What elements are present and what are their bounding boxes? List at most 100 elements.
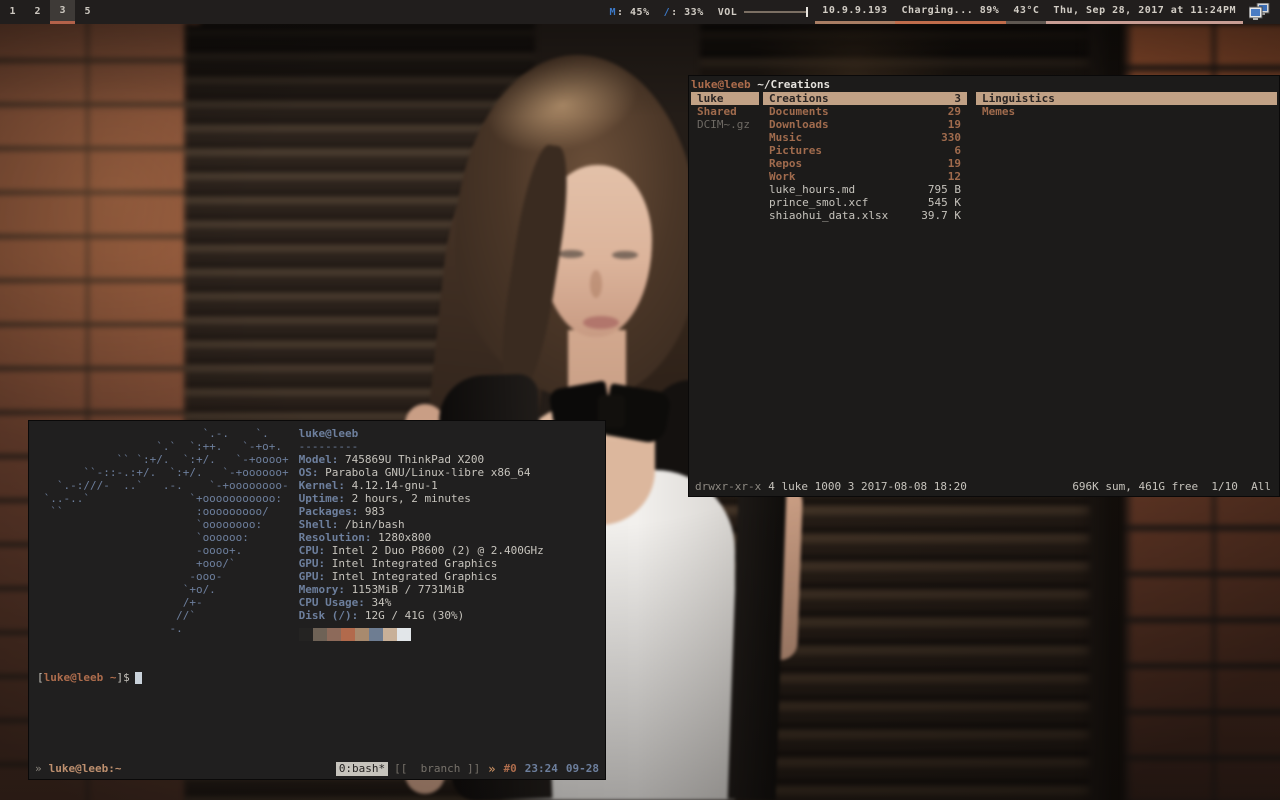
ranger-title: luke@leeb ~/Creations — [689, 76, 1279, 91]
tmux-arrows-icon: » — [488, 762, 495, 776]
terminal-window[interactable]: `.-. `. `.` `:++. `-+o+. `` `:+/. `:+/. … — [28, 420, 606, 780]
tmux-left: »luke@leeb:~ — [35, 762, 121, 776]
file-name: Repos — [769, 157, 802, 170]
file-size-or-count: 6 — [954, 144, 961, 157]
system-tray — [1243, 0, 1276, 24]
file-name: Pictures — [769, 144, 822, 157]
ranger-preview-column: LinguisticsMemes — [976, 92, 1277, 118]
neofetch-output: `.-. `. `.` `:++. `-+o+. `` `:+/. `:+/. … — [29, 421, 605, 641]
file-owner-date: 4 luke 1000 3 2017-08-08 18:20 — [768, 480, 967, 493]
palette-swatch — [327, 628, 341, 641]
workspace-list: 1235 — [0, 0, 100, 24]
prompt-bracket-open: [ — [37, 671, 44, 684]
ranger-status-left: drwxr-xr-x 4 luke 1000 3 2017-08-08 18:20 — [695, 480, 967, 493]
file-size-or-count: 19 — [948, 118, 961, 131]
file-name: luke_hours.md — [769, 183, 855, 196]
ranger-columns: lukeSharedDCIM~.gz Creations3Documents29… — [689, 92, 1279, 222]
network-computers-icon[interactable] — [1249, 3, 1270, 21]
preview-dir-item[interactable]: Memes — [976, 105, 1277, 118]
temperature-status: 43°C — [1006, 0, 1046, 24]
battery-status: Charging... 89% — [895, 0, 1007, 24]
file-name: prince_smol.xcf — [769, 196, 868, 209]
fetch-field: GPU: Intel Integrated Graphics — [299, 557, 544, 570]
palette-swatch — [369, 628, 383, 641]
tmux-pane-indicator: #0 — [504, 762, 517, 776]
disk-status: /: 33% — [657, 0, 711, 24]
palette-swatch — [341, 628, 355, 641]
file-size-or-count: 795 B — [928, 183, 961, 196]
temperature-value: 43°C — [1013, 5, 1039, 16]
workspace-tag-1[interactable]: 1 — [0, 0, 25, 24]
memory-status: M: 45% — [602, 0, 656, 24]
fetch-field: OS: Parabola GNU/Linux-libre x86_64 — [299, 466, 544, 479]
tmux-window-bash[interactable]: 0:bash* — [336, 762, 388, 776]
file-row[interactable]: shiaohui_data.xlsx 39.7 K — [763, 209, 967, 222]
tmux-git-branch: [[ branch ]] — [394, 762, 480, 776]
tmux-date: 09-28 — [566, 762, 599, 776]
memory-value: : 45% — [617, 7, 650, 18]
palette-swatch — [383, 628, 397, 641]
file-row[interactable]: Music 330 — [763, 131, 967, 144]
file-size-or-count: 12 — [948, 170, 961, 183]
ranger-title-user: luke@leeb — [691, 78, 751, 91]
file-row[interactable]: Downloads 19 — [763, 118, 967, 131]
file-row[interactable]: Pictures 6 — [763, 144, 967, 157]
file-row[interactable]: prince_smol.xcf545 K — [763, 196, 967, 209]
volume-slider-track — [744, 11, 806, 13]
parent-dir-item[interactable]: luke — [691, 92, 759, 105]
fetch-field: CPU Usage: 34% — [299, 596, 544, 609]
ip-address-status: 10.9.9.193 — [815, 0, 894, 24]
file-row[interactable]: Documents29 — [763, 105, 967, 118]
datetime-value: Thu, Sep 28, 2017 at 11:24PM — [1053, 5, 1236, 16]
palette-swatch — [355, 628, 369, 641]
shell-prompt[interactable]: [luke@leeb ~]$ — [37, 671, 605, 684]
workspace-tag-5[interactable]: 5 — [75, 0, 100, 24]
datetime-status: Thu, Sep 28, 2017 at 11:24PM — [1046, 0, 1243, 24]
status-modules: M: 45% /: 33% VOL 10.9.9.193 Charging...… — [602, 0, 1276, 24]
prompt-user-host: luke@leeb — [44, 671, 104, 684]
parent-dir-item[interactable]: DCIM~.gz — [691, 118, 759, 131]
file-name: Work — [769, 170, 796, 183]
ranger-title-path: ~/Creations — [751, 78, 830, 91]
file-row[interactable]: Work 12 — [763, 170, 967, 183]
prompt-path: ~ — [103, 671, 116, 684]
file-row[interactable]: Repos 19 — [763, 157, 967, 170]
ranger-main-column: Creations3Documents29Downloads 19 Music 330… — [763, 92, 967, 222]
fetch-field: Kernel: 4.12.14-gnu-1 — [299, 479, 544, 492]
prompt-bracket-close: ]$ — [116, 671, 129, 684]
file-row[interactable]: Creations3 — [763, 92, 967, 105]
volume-slider-handle[interactable] — [806, 7, 808, 17]
neofetch-ascii: `.-. `. `.` `:++. `-+o+. `` `:+/. `:+/. … — [37, 427, 289, 641]
file-row[interactable]: luke_hours.md 795 B — [763, 183, 967, 196]
ranger-window[interactable]: luke@leeb ~/Creations lukeSharedDCIM~.gz… — [688, 75, 1280, 497]
battery-value: Charging... 89% — [902, 5, 1000, 16]
volume-status: VOL — [711, 0, 816, 24]
memory-icon: M — [609, 7, 616, 18]
fetch-field: Model: 745869U ThinkPad X200 — [299, 453, 544, 466]
file-size-or-count: 29 — [948, 105, 961, 118]
preview-dir-item[interactable]: Linguistics — [976, 92, 1277, 105]
workspace-tag-3[interactable]: 3 — [50, 0, 75, 24]
palette-swatch — [299, 628, 313, 641]
terminal-color-palette — [299, 628, 544, 641]
file-name: Music — [769, 131, 802, 144]
volume-slider[interactable] — [744, 6, 808, 18]
parent-dir-item[interactable]: Shared — [691, 105, 759, 118]
neofetch-separator: --------- — [299, 440, 544, 453]
file-size-or-count: 39.7 K — [921, 209, 961, 222]
tmux-status-bar: »luke@leeb:~ 0:bash* [[ branch ]] » #0 2… — [35, 762, 599, 776]
file-permissions: drwxr-xr-x — [695, 480, 761, 493]
fetch-field: Uptime: 2 hours, 2 minutes — [299, 492, 544, 505]
volume-label: VOL — [718, 7, 738, 18]
workspace-tag-2[interactable]: 2 — [25, 0, 50, 24]
neofetch-user-host: luke@leeb — [299, 427, 544, 440]
file-name: Downloads — [769, 118, 829, 131]
file-name: shiaohui_data.xlsx — [769, 209, 888, 222]
disk-icon: / — [664, 7, 671, 18]
file-size-or-count: 330 — [941, 131, 961, 144]
disk-value: : 33% — [671, 7, 704, 18]
terminal-cursor[interactable] — [135, 672, 142, 684]
ip-address: 10.9.9.193 — [822, 5, 887, 16]
fetch-field: Memory: 1153MiB / 7731MiB — [299, 583, 544, 596]
file-size-or-count: 19 — [948, 157, 961, 170]
